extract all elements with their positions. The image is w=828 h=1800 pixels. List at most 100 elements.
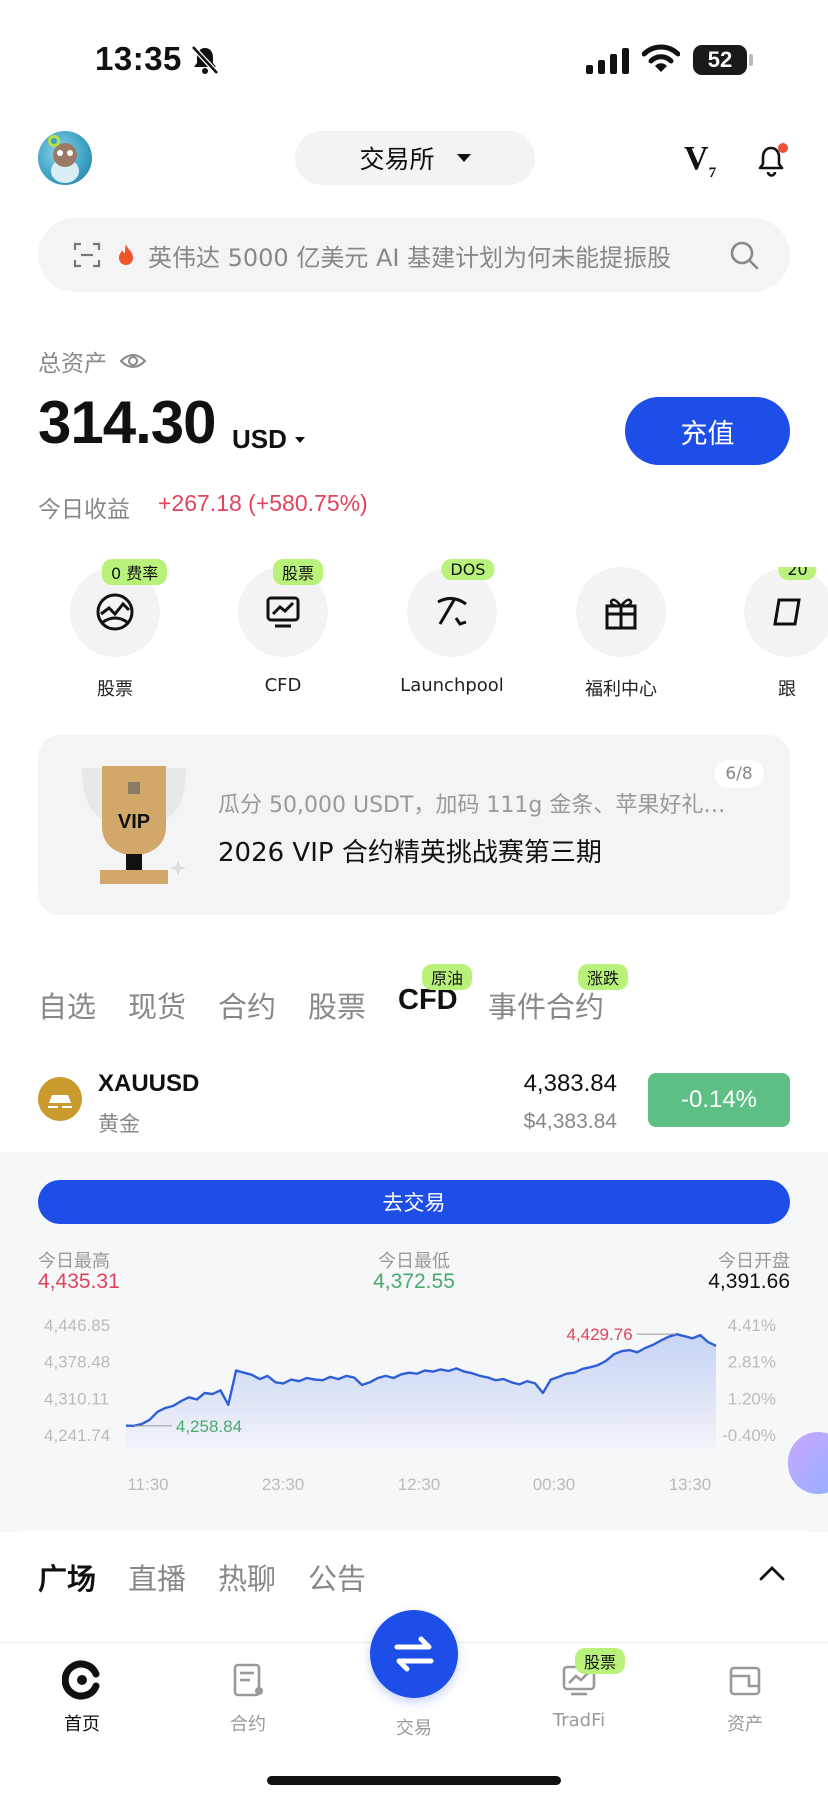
nav-label: 首页 [64, 1714, 100, 1735]
y-axis-tick-left: 4,378.48 [44, 1353, 110, 1372]
price-chart[interactable]: 4,446.85 4,378.48 4,310.11 4,241.74 4.41% 2.… [0, 1300, 828, 1510]
quick-action-copy-trade[interactable]: 跟 20 [706, 567, 828, 701]
quick-action-rewards[interactable]: 福利中心 [537, 567, 705, 701]
y-axis-tick-left: 4,241.74 [44, 1426, 110, 1445]
swap-arrows-icon [394, 1636, 434, 1672]
caret-down-icon [456, 154, 471, 162]
nav-assets[interactable]: 资产 [680, 1660, 810, 1736]
exchange-label: 交易所 [359, 145, 435, 174]
quick-action-label: 跟 [778, 679, 796, 700]
feed-tab-live[interactable]: 直播 [128, 1556, 186, 1598]
x-axis-tick: 12:30 [398, 1475, 441, 1494]
feed-tab-square[interactable]: 广场 [38, 1556, 96, 1598]
hot-fire-icon [119, 244, 133, 265]
currency-label: USD [232, 424, 287, 454]
chart-min-label: 4,258.84 [176, 1417, 242, 1436]
quick-action-label: Launchpool [400, 675, 504, 696]
exchange-switcher[interactable]: 交易所 [295, 131, 535, 185]
nav-home[interactable]: 首页 [17, 1660, 147, 1736]
search-icon[interactable] [728, 239, 760, 271]
banner-subtitle: 瓜分 50,000 USDT，加码 111g 金条、苹果好礼… [218, 793, 726, 818]
vip-trophy-icon: VIP [82, 766, 186, 884]
gold-bar-icon [38, 1077, 82, 1121]
deposit-button[interactable]: 充值 [625, 397, 790, 465]
tab-cfd-tag: 原油 [422, 964, 473, 990]
quick-action-cfd[interactable]: CFD 股票 [199, 559, 367, 696]
avatar[interactable] [38, 131, 92, 185]
market-price-usd: $4,383.84 [523, 1110, 617, 1133]
quick-action-circle [576, 567, 666, 657]
quick-action-tag: 0 费率 [101, 559, 168, 585]
avatar-character-icon [48, 135, 79, 183]
battery-icon: 52 [693, 45, 747, 75]
home-indicator [267, 1776, 561, 1785]
x-axis-tick: 00:30 [533, 1475, 576, 1494]
status-time: 13:35 [95, 40, 182, 77]
stock-globe-icon [96, 593, 134, 631]
x-axis-tick: 11:30 [127, 1475, 168, 1494]
market-symbol[interactable]: XAUUSD [98, 1070, 199, 1098]
wallet-icon [729, 1666, 761, 1696]
nav-label: 合约 [230, 1714, 266, 1735]
nav-trade-button[interactable] [370, 1610, 458, 1698]
feed-tab-hot-chat[interactable]: 热聊 [218, 1556, 276, 1598]
vip-level-text: V [684, 140, 709, 177]
quick-action-label: CFD [264, 675, 302, 696]
tab-event-tag: 涨跌 [578, 964, 629, 990]
mute-bell-icon [191, 45, 219, 75]
battery-tip [749, 54, 753, 66]
total-balance: 314.30 [38, 389, 217, 456]
home-logo-icon [62, 1660, 100, 1700]
quick-action-launchpool[interactable]: Launchpool DOS [368, 559, 536, 696]
y-axis-tick-left: 4,446.85 [44, 1316, 110, 1335]
nav-label: 资产 [727, 1714, 763, 1735]
quick-action-stocks[interactable]: 股票 0 费率 [31, 559, 199, 701]
quick-action-tag: 股票 [272, 559, 324, 585]
quick-action-tag: DOS [441, 559, 495, 580]
chevron-up-icon[interactable] [758, 1564, 786, 1582]
go-trade-button[interactable]: 去交易 [38, 1180, 790, 1224]
today-pnl-label: 今日收益 [38, 497, 130, 523]
total-assets-label: 总资产 [38, 344, 147, 378]
tab-stocks[interactable]: 股票 [308, 984, 366, 1026]
x-axis-tick: 13:30 [669, 1475, 712, 1494]
search-bar[interactable]: 英伟达 5000 亿美元 AI 基建计划为何未能提振股 [38, 218, 790, 292]
market-name: 黄金 [98, 1112, 140, 1136]
scan-icon[interactable] [72, 240, 102, 270]
contract-doc-icon [233, 1663, 263, 1697]
market-price: 4,383.84 [523, 1070, 617, 1097]
search-placeholder: 英伟达 5000 亿美元 AI 基建计划为何未能提振股 [148, 243, 672, 272]
y-axis-tick-right: 1.20% [728, 1389, 776, 1408]
trophy-vip-text: VIP [118, 811, 150, 833]
cellular-signal-icon [586, 48, 629, 74]
feed-tab-announcements[interactable]: 公告 [308, 1556, 366, 1598]
copy-trade-icon [773, 598, 801, 626]
y-axis-tick-left: 4,310.11 [44, 1389, 109, 1408]
price-change-badge[interactable]: -0.14% [648, 1073, 790, 1127]
tab-event-contracts[interactable]: 事件合约 [488, 984, 604, 1026]
today-pnl-value[interactable]: +267.18 (+580.75%) [158, 490, 368, 517]
quick-action-circle [407, 567, 497, 657]
vip-level-badge[interactable]: V7 [684, 140, 716, 182]
tab-watchlist[interactable]: 自选 [38, 984, 96, 1026]
chart-screen-icon [266, 596, 300, 628]
banner-title: 2026 VIP 合约精英挑战赛第三期 [218, 838, 602, 868]
day-open-value: 4,391.66 [708, 1270, 790, 1293]
chart-max-label: 4,429.76 [566, 1325, 632, 1344]
y-axis-tick-right: -0.40% [722, 1426, 776, 1445]
currency-selector[interactable]: USD [232, 424, 305, 455]
tab-futures[interactable]: 合约 [218, 984, 276, 1026]
caret-down-icon [294, 436, 305, 443]
x-axis-tick: 23:30 [262, 1475, 305, 1494]
eye-icon[interactable] [119, 351, 147, 371]
notification-bell-icon[interactable] [756, 142, 790, 180]
y-axis-tick-right: 4.41% [728, 1316, 776, 1335]
gift-icon [605, 598, 637, 630]
wifi-icon [642, 44, 680, 72]
nav-label: TradFi [552, 1710, 606, 1731]
tab-spot[interactable]: 现货 [128, 984, 186, 1026]
nav-tradfi-tag: 股票 [575, 1648, 626, 1674]
nav-futures[interactable]: 合约 [183, 1660, 313, 1736]
day-high-value: 4,435.31 [38, 1270, 120, 1293]
vip-level-number: 7 [708, 164, 717, 181]
